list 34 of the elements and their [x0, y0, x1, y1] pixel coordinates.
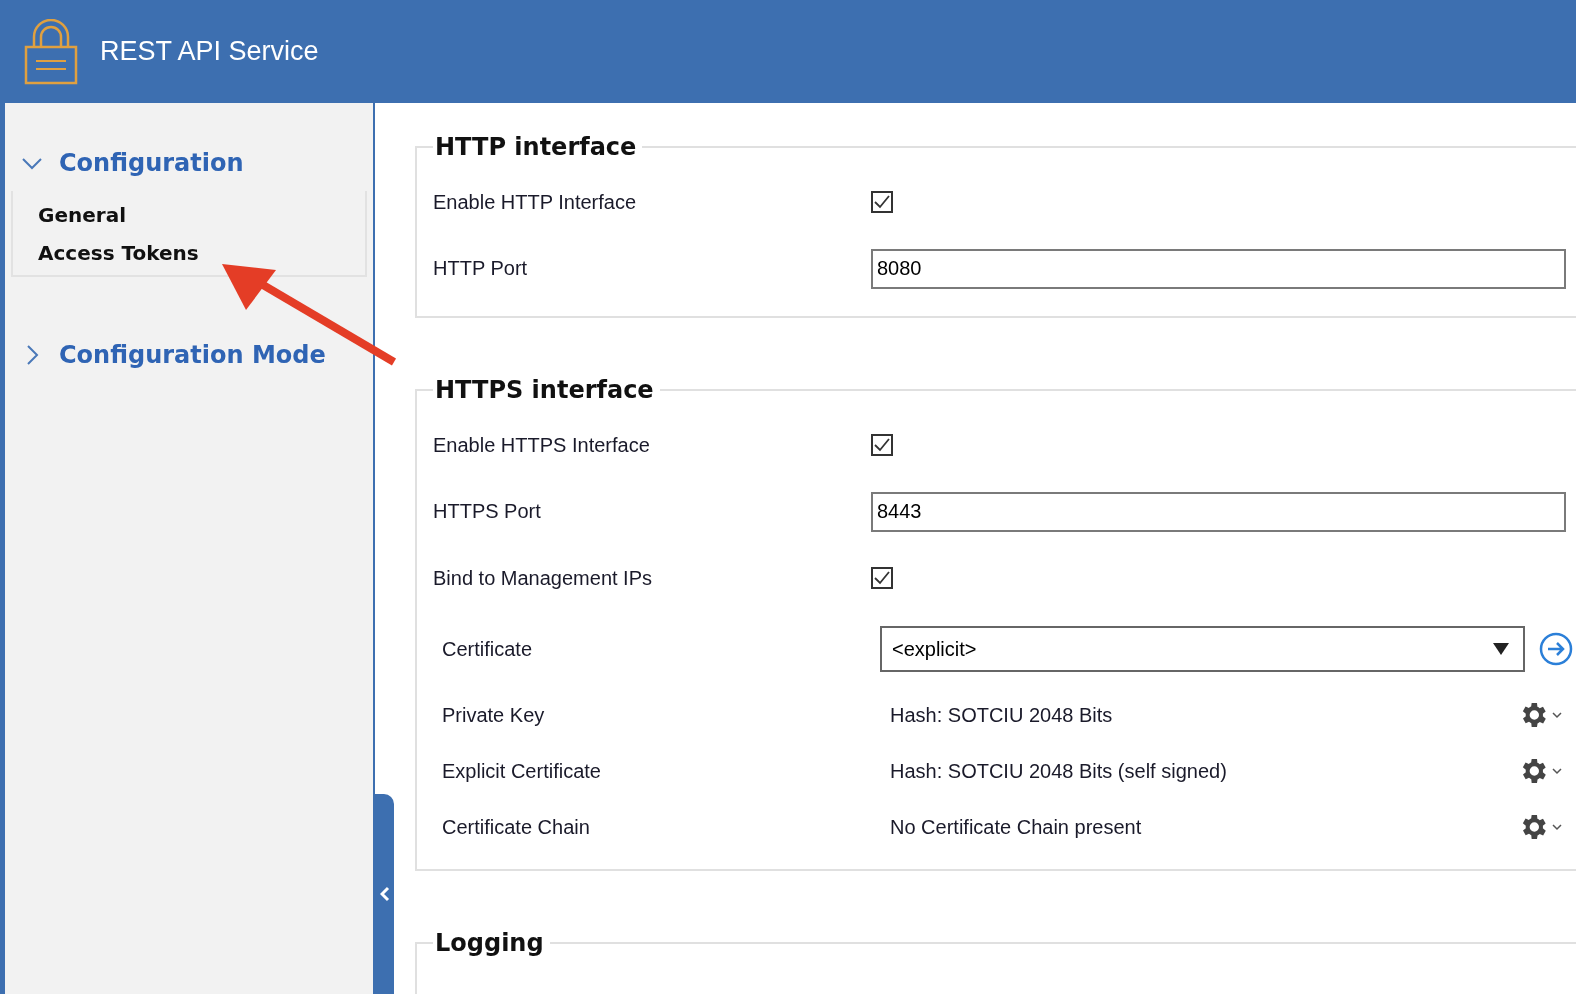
section-header[interactable]: Configuration: [5, 143, 373, 183]
field-label: Bind to Management IPs: [433, 566, 653, 590]
group-title: Logging: [434, 929, 545, 957]
collapse-button[interactable]: [375, 794, 394, 994]
padlock-icon: [24, 18, 78, 85]
nav-item[interactable]: General: [38, 203, 126, 227]
certificate-dropdown[interactable]: <explicit>: [880, 626, 1525, 672]
field-label: Enable HTTP Interface: [433, 190, 638, 214]
field-label: Certificate: [442, 637, 534, 661]
checkbox[interactable]: [871, 191, 893, 213]
field-label: Enable HTTPS Interface: [433, 433, 651, 457]
section-header[interactable]: Configuration Mode: [5, 335, 373, 375]
checkbox[interactable]: [871, 567, 893, 589]
field-label: Explicit Certificate: [442, 759, 602, 783]
dropdown-caret-icon: [1493, 643, 1509, 655]
info-value: No Certificate Chain present: [890, 815, 1142, 839]
arrow-circle-icon[interactable]: [1539, 632, 1573, 666]
caret-icon: [1552, 823, 1562, 831]
port-input[interactable]: 8080: [871, 248, 1566, 289]
chevron-left-icon: [379, 886, 390, 902]
info-value: Hash: SOTCIU 2048 Bits: [890, 703, 1113, 727]
caret-icon: [1552, 767, 1562, 775]
group-title: HTTP interface: [434, 133, 638, 161]
window-title: REST API Service: [100, 36, 319, 67]
group-title: HTTPS interface: [434, 376, 655, 404]
port-input[interactable]: 8443: [871, 491, 1566, 532]
caret-icon: [1552, 711, 1562, 719]
field-label: Certificate Chain: [442, 815, 591, 839]
field-label: Private Key: [442, 703, 546, 727]
field-label: HTTPS Port: [433, 500, 542, 523]
nav-item[interactable]: Access Tokens: [38, 241, 199, 265]
info-value: Hash: SOTCIU 2048 Bits (self signed): [890, 759, 1227, 783]
field-label: HTTP Port: [433, 257, 529, 280]
checkbox[interactable]: [871, 434, 893, 456]
